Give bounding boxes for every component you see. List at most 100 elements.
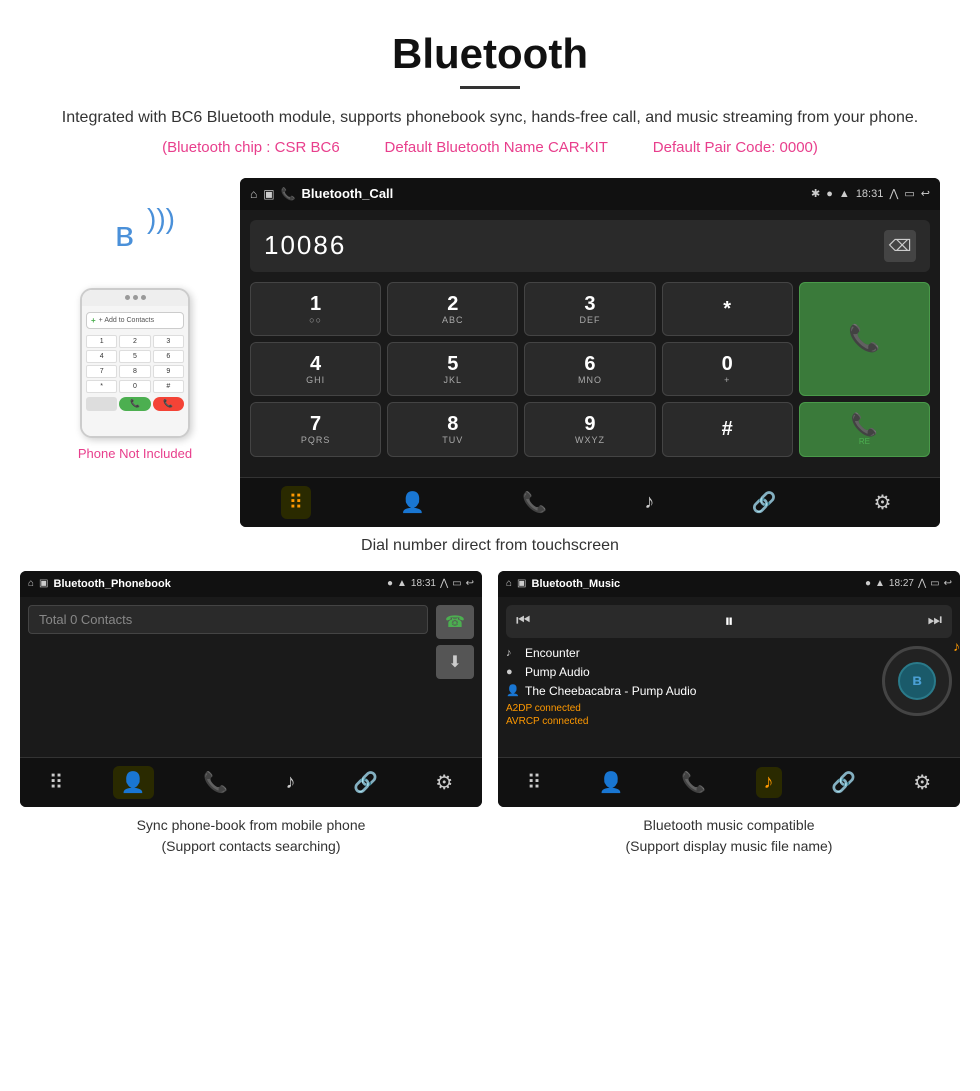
caption-dial: Dial number direct from touchscreen: [0, 537, 980, 555]
sim-icon: ▣: [263, 187, 274, 201]
chip-info: (Bluetooth chip : CSR BC6 Default Blueto…: [40, 139, 940, 156]
phone-end-button[interactable]: 📞: [153, 397, 184, 411]
bt-icon: ✱: [811, 187, 820, 200]
track-row: ♪ Encounter: [506, 646, 874, 660]
key-9[interactable]: 9 WXYZ: [524, 402, 655, 457]
key-star[interactable]: *: [662, 282, 793, 336]
music-caption-line1: Bluetooth music compatible: [643, 817, 814, 833]
status-bar-right: ✱ ● ▲ 18:31 ⋀ ▭ ↩: [811, 187, 930, 200]
music-nav-contacts-icon[interactable]: 👤: [591, 766, 632, 799]
pb-nav-settings-icon[interactable]: ⚙: [427, 766, 461, 799]
pb-app-name: Bluetooth_Phonebook: [54, 578, 171, 590]
music-screen: ⌂ ▣ Bluetooth_Music ● ▲ 18:27 ⋀ ▭ ↩ ⏮ ⏸: [498, 571, 960, 807]
music-info-area: ♪ Encounter ● Pump Audio 👤 The Cheebacab…: [506, 646, 952, 727]
pb-bt-icon: ●: [387, 578, 393, 589]
key-6[interactable]: 6 MNO: [524, 342, 655, 396]
music-nav-call-icon[interactable]: 📞: [673, 766, 714, 799]
nav-settings-icon[interactable]: ⚙: [865, 486, 899, 519]
plus-icon: +: [91, 316, 96, 325]
phone-add-contacts: + + Add to Contacts: [86, 312, 184, 329]
wifi-waves-icon: ))): [147, 203, 175, 235]
bluetooth-symbol-icon: ʙ: [115, 213, 134, 255]
battery-icon: ▭: [904, 187, 914, 200]
music-controls: ⏮ ⏸ ⏭: [506, 605, 952, 638]
bt-logo: ʙ: [912, 672, 922, 690]
key-3[interactable]: 3 DEF: [524, 282, 655, 336]
pb-status-right: ● ▲ 18:31 ⋀ ▭ ↩: [387, 578, 474, 589]
music-status-bar: ⌂ ▣ Bluetooth_Music ● ▲ 18:27 ⋀ ▭ ↩: [498, 571, 960, 597]
nav-music-icon[interactable]: ♪: [636, 487, 662, 518]
time-display: 18:31: [856, 188, 884, 200]
phone-dot: [125, 295, 130, 300]
call-button[interactable]: 📞: [799, 282, 930, 396]
dialed-number: 10086: [264, 230, 346, 261]
page-header: Bluetooth Integrated with BC6 Bluetooth …: [0, 0, 980, 178]
main-android-screen: ⌂ ▣ 📞 Bluetooth_Call ✱ ● ▲ 18:31 ⋀ ▭ ↩ 1…: [240, 178, 940, 527]
artist-row: 👤 The Cheebacabra - Pump Audio: [506, 684, 874, 698]
album-name: Pump Audio: [525, 665, 590, 679]
music-sim-icon: ▣: [517, 578, 526, 589]
phone-key-1: 1: [86, 335, 117, 348]
nav-call-icon[interactable]: 📞: [514, 486, 555, 519]
phone-key-9: 9: [153, 365, 184, 378]
key-5[interactable]: 5 JKL: [387, 342, 518, 396]
pb-nav-contacts-icon[interactable]: 👤: [113, 766, 154, 799]
music-bt-icon: ●: [865, 578, 871, 589]
play-pause-button[interactable]: ⏸: [725, 611, 734, 632]
pb-call-button[interactable]: ☎: [436, 605, 474, 639]
pb-download-button[interactable]: ⬇: [436, 645, 474, 679]
key-7[interactable]: 7 PQRS: [250, 402, 381, 457]
title-underline: [460, 86, 520, 89]
music-nav-settings-icon[interactable]: ⚙: [905, 766, 939, 799]
phone-key-star: *: [86, 380, 117, 393]
pb-nav-music-icon[interactable]: ♪: [278, 767, 304, 798]
backspace-button[interactable]: ⌫: [884, 230, 916, 262]
music-time: 18:27: [889, 578, 914, 589]
status-bar-left: ⌂ ▣ 📞 Bluetooth_Call: [250, 186, 393, 201]
key-hash[interactable]: #: [662, 402, 793, 457]
key-8[interactable]: 8 TUV: [387, 402, 518, 457]
pb-nav-call-icon[interactable]: 📞: [195, 766, 236, 799]
key-1[interactable]: 1 ○○: [250, 282, 381, 336]
phone-mockup: + + Add to Contacts 1 2 3 4 5 6 7 8 9 * …: [80, 288, 190, 438]
music-expand-icon: ⋀: [918, 578, 926, 589]
phonebook-screen-wrapper: ⌂ ▣ Bluetooth_Phonebook ● ▲ 18:31 ⋀ ▭ ↩ …: [20, 571, 482, 857]
music-nav-dialpad-icon[interactable]: ⠿: [519, 766, 550, 799]
phone-key-5: 5: [119, 350, 150, 363]
nav-dialpad-icon[interactable]: ⠿: [281, 486, 312, 519]
recall-button[interactable]: 📞 RE: [799, 402, 930, 457]
pb-download-icon: ⬇: [448, 652, 461, 672]
pb-nav-dialpad-icon[interactable]: ⠿: [41, 766, 72, 799]
nav-link-icon[interactable]: 🔗: [743, 486, 784, 519]
android-status-bar: ⌂ ▣ 📞 Bluetooth_Call ✱ ● ▲ 18:31 ⋀ ▭ ↩: [240, 178, 940, 210]
pb-nav-link-icon[interactable]: 🔗: [345, 766, 386, 799]
phone-bottom-row: 📞 📞: [86, 397, 184, 411]
avrcp-status: AVRCP connected: [506, 716, 874, 727]
prev-track-button[interactable]: ⏮: [516, 612, 530, 630]
pb-search-bar[interactable]: Total 0 Contacts: [28, 605, 428, 634]
pb-status-left: ⌂ ▣ Bluetooth_Phonebook: [28, 578, 171, 590]
key-2[interactable]: 2 ABC: [387, 282, 518, 336]
music-nav-link-icon[interactable]: 🔗: [823, 766, 864, 799]
key-4[interactable]: 4 GHI: [250, 342, 381, 396]
album-row: ● Pump Audio: [506, 665, 874, 679]
signal-icon: ●: [826, 188, 833, 200]
key-0[interactable]: 0 +: [662, 342, 793, 396]
pb-home-icon: ⌂: [28, 578, 34, 589]
subtitle: Integrated with BC6 Bluetooth module, su…: [40, 105, 940, 131]
expand-icon: ⋀: [889, 187, 898, 200]
avrcp-text: AVRCP connected: [506, 716, 588, 727]
phone-call-button[interactable]: 📞: [119, 397, 150, 411]
phone-key-7: 7: [86, 365, 117, 378]
music-nav-music-icon[interactable]: ♪: [756, 767, 782, 798]
music-screen-wrapper: ⌂ ▣ Bluetooth_Music ● ▲ 18:27 ⋀ ▭ ↩ ⏮ ⏸: [498, 571, 960, 857]
pair-code-label: Default Pair Code: 0000): [653, 139, 818, 156]
next-track-button[interactable]: ⏭: [928, 612, 942, 630]
pb-call-icon: ☎: [445, 612, 465, 632]
phone-key-2: 2: [119, 335, 150, 348]
phone-dialpad: 1 2 3 4 5 6 7 8 9 * 0 #: [86, 335, 184, 393]
nav-contacts-icon[interactable]: 👤: [392, 486, 433, 519]
music-home-icon: ⌂: [506, 578, 512, 589]
phone-key-6: 6: [153, 350, 184, 363]
android-content: 10086 ⌫ 1 ○○ 2 ABC 3 DEF *: [240, 210, 940, 477]
